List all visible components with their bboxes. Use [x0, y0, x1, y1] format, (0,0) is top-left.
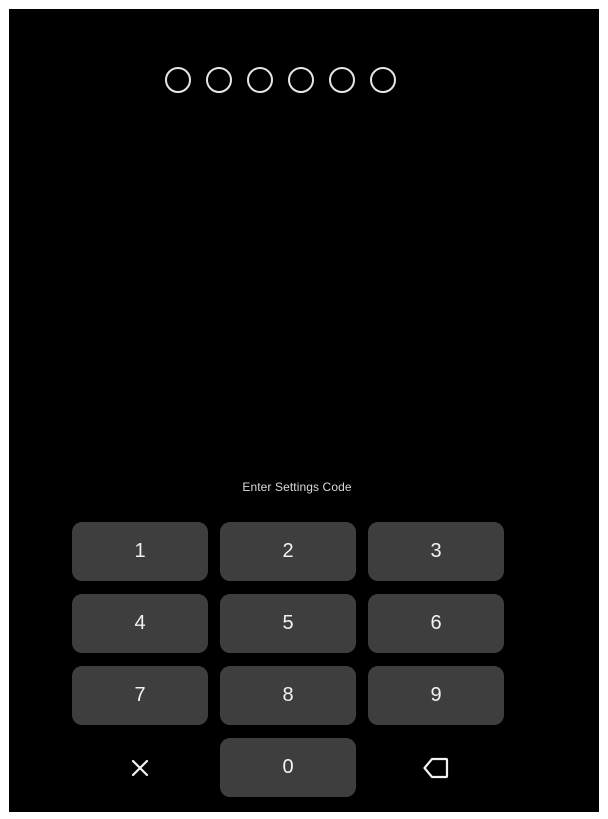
- key-9[interactable]: 9: [368, 666, 504, 725]
- key-2[interactable]: 2: [220, 522, 356, 581]
- key-5[interactable]: 5: [220, 594, 356, 653]
- pin-dot: [247, 67, 273, 93]
- key-6[interactable]: 6: [368, 594, 504, 653]
- key-7[interactable]: 7: [72, 666, 208, 725]
- close-icon: [131, 759, 149, 776]
- backspace-icon: [423, 757, 449, 778]
- pin-dot: [288, 67, 314, 93]
- key-4[interactable]: 4: [72, 594, 208, 653]
- pin-indicator: [165, 67, 396, 93]
- cancel-button[interactable]: [72, 738, 208, 797]
- key-8[interactable]: 8: [220, 666, 356, 725]
- pin-dot: [165, 67, 191, 93]
- settings-code-screen: Enter Settings Code 1 2 3 4 5 6 7 8 9 0: [9, 9, 599, 812]
- numeric-keypad: 1 2 3 4 5 6 7 8 9 0: [72, 522, 504, 797]
- backspace-button[interactable]: [368, 738, 504, 797]
- prompt-text: Enter Settings Code: [242, 480, 352, 494]
- pin-dot: [329, 67, 355, 93]
- key-0[interactable]: 0: [220, 738, 356, 797]
- key-3[interactable]: 3: [368, 522, 504, 581]
- pin-dot: [206, 67, 232, 93]
- key-1[interactable]: 1: [72, 522, 208, 581]
- pin-dot: [370, 67, 396, 93]
